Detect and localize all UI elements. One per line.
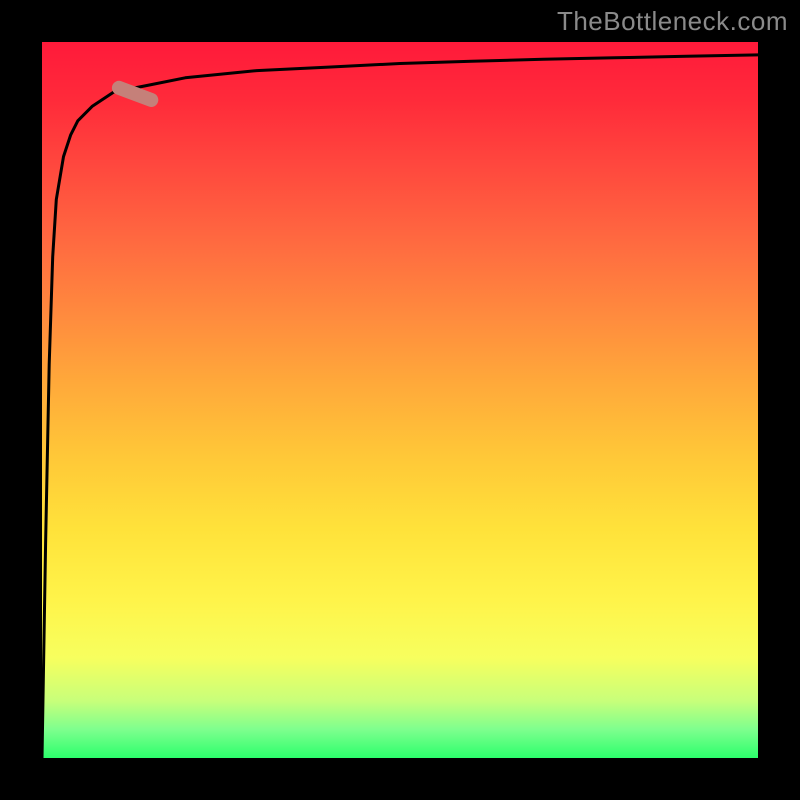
stage: TheBottleneck.com [0, 0, 800, 800]
bottleneck-curve [42, 55, 758, 758]
chart-overlay [42, 42, 758, 758]
attribution-text: TheBottleneck.com [557, 6, 788, 37]
plot-area [42, 42, 758, 758]
